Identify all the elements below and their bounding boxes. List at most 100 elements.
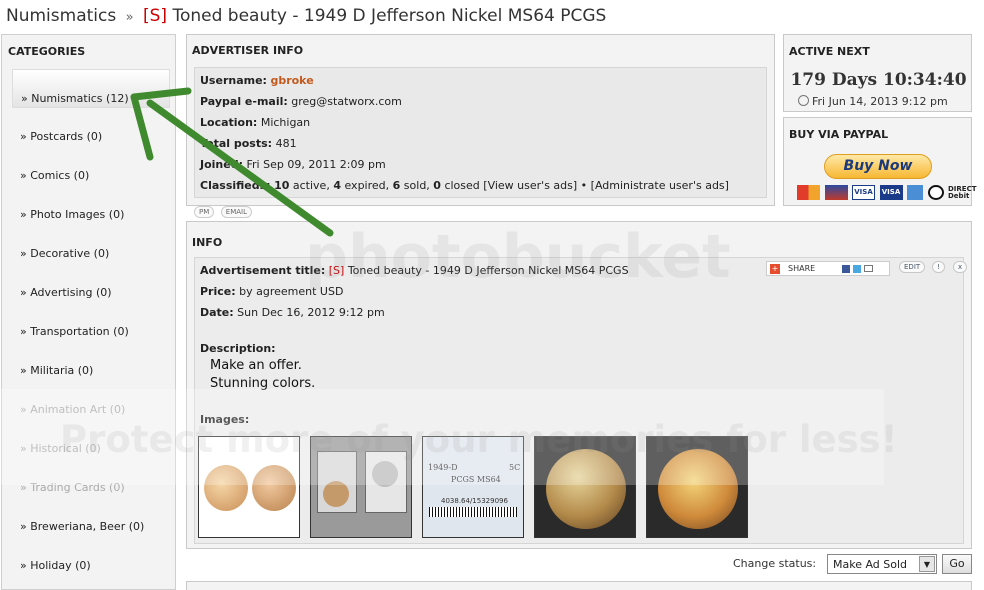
category-item-photo-images[interactable]: » Photo Images (0) xyxy=(12,186,170,225)
direct-debit-icon xyxy=(927,185,944,200)
image-thumbnail-4[interactable] xyxy=(534,436,636,538)
coin-obverse-icon xyxy=(204,465,248,511)
category-item-numismatics[interactable]: » Numismatics (12) xyxy=(12,69,170,108)
category-label: » Historical (0) xyxy=(20,442,101,455)
edit-button[interactable]: EDIT xyxy=(899,261,926,273)
images-label-row: Images: xyxy=(200,413,249,426)
category-label: » Comics (0) xyxy=(20,169,90,182)
posts-value: 481 xyxy=(275,137,297,150)
view-ads-link[interactable]: [View user's ads] xyxy=(483,179,577,192)
category-item-comics[interactable]: » Comics (0) xyxy=(12,147,170,186)
debit-line-2: Debit xyxy=(948,191,970,200)
coin-closeup-obverse-icon xyxy=(546,449,626,529)
advertiser-heading: ADVERTISER INFO xyxy=(192,44,304,57)
joined-value: Fri Sep 09, 2011 2:09 pm xyxy=(246,158,386,171)
slab-label-sc: 5C xyxy=(509,463,521,472)
facebook-icon xyxy=(842,265,850,273)
info-panel: INFO Advertisement title: [S] Toned beau… xyxy=(186,221,972,549)
category-item-advertising[interactable]: » Advertising (0) xyxy=(12,264,170,303)
date-row: Date: Sun Dec 16, 2012 9:12 pm xyxy=(200,306,385,319)
stopwatch-icon xyxy=(798,95,809,106)
administrate-ads-link[interactable]: [Administrate user's ads] xyxy=(591,179,729,192)
category-label: » Numismatics (12) xyxy=(21,92,129,105)
visa-icon: VISA xyxy=(852,185,875,200)
image-thumbnail-1[interactable] xyxy=(198,436,300,538)
category-item-transportation[interactable]: » Transportation (0) xyxy=(12,303,170,342)
location-value: Michigan xyxy=(260,116,311,129)
description-label-row: Description: xyxy=(200,342,276,355)
category-item-postcards[interactable]: » Postcards (0) xyxy=(12,108,170,147)
go-button[interactable]: Go xyxy=(942,554,972,574)
category-item-holiday[interactable]: » Holiday (0) xyxy=(12,537,170,576)
username-link[interactable]: gbroke xyxy=(270,74,313,87)
image-thumbnail-2[interactable] xyxy=(310,436,412,538)
category-label: » Breweriana, Beer (0) xyxy=(20,520,145,533)
pm-button[interactable]: PM xyxy=(194,206,215,218)
description-line-2: Stunning colors. xyxy=(210,376,316,391)
expired-text: expired, xyxy=(344,179,390,192)
coin-reverse-icon xyxy=(252,465,296,511)
category-label: » Militaria (0) xyxy=(20,364,94,377)
categories-panel: CATEGORIES » Numismatics (12) » Postcard… xyxy=(1,34,176,590)
visa-blue-icon: VISA xyxy=(879,185,903,200)
closed-count: 0 xyxy=(433,179,441,192)
price-row: Price: by agreement USD xyxy=(200,285,343,298)
slab-label-year: 1949-D xyxy=(428,463,458,472)
direct-debit-text: DIRECT Debit xyxy=(948,185,977,200)
info-heading: INFO xyxy=(192,236,223,249)
twitter-icon xyxy=(853,265,861,273)
category-item-decorative[interactable]: » Decorative (0) xyxy=(12,225,170,264)
active-next-date: Fri Jun 14, 2013 9:12 pm xyxy=(798,95,948,108)
classifieds-row: Classifieds: 10 active, 4 expired, 6 sol… xyxy=(200,179,729,192)
ad-tag: [S] xyxy=(142,6,168,26)
active-count: 10 xyxy=(274,179,290,192)
category-item-animation-art[interactable]: » Animation Art (0) xyxy=(12,381,170,420)
category-label: » Photo Images (0) xyxy=(20,208,125,221)
ad-title-label: Advertisement title: xyxy=(200,264,326,277)
category-label: » Animation Art (0) xyxy=(20,403,126,416)
maestro-icon xyxy=(824,185,848,200)
date-label: Date: xyxy=(200,306,234,319)
category-label: » Holiday (0) xyxy=(20,559,91,572)
amex-icon xyxy=(907,185,923,200)
active-next-panel: ACTIVE NEXT 179 Days 10:34:40 Fri Jun 14… xyxy=(783,34,972,112)
share-button[interactable]: + SHARE xyxy=(766,261,890,276)
breadcrumb-parent[interactable]: Numismatics xyxy=(6,6,116,26)
plus-icon: + xyxy=(770,264,780,274)
status-selected-value: Make Ad Sold xyxy=(833,558,908,571)
image-thumbnail-3[interactable]: 1949-D 5C PCGS MS64 4038.64/15329096 xyxy=(422,436,524,538)
category-item-historical[interactable]: » Historical (0) xyxy=(12,420,170,459)
advertiser-details: Username: gbroke Paypal e-mail: greg@sta… xyxy=(194,67,767,198)
coin-closeup-reverse-icon xyxy=(658,449,738,529)
ad-title-row: Advertisement title: [S] Toned beauty - … xyxy=(200,264,629,277)
delete-button[interactable]: x xyxy=(953,261,968,273)
email-button[interactable]: EMAIL xyxy=(220,206,252,218)
sold-text: sold, xyxy=(403,179,430,192)
category-item-militaria[interactable]: » Militaria (0) xyxy=(12,342,170,381)
breadcrumb-separator: » xyxy=(125,10,134,25)
price-value: by agreement USD xyxy=(239,285,344,298)
report-button[interactable]: ! xyxy=(932,261,945,273)
coin-back-icon xyxy=(372,461,398,487)
mail-icon xyxy=(864,265,873,272)
countdown: 179 Days 10:34:40 xyxy=(790,70,967,90)
paypal-panel: BUY VIA PAYPAL Buy Now VISA VISA DIRECT D… xyxy=(783,117,977,206)
status-select[interactable]: Make Ad Sold ▼ xyxy=(827,554,937,574)
ad-title-tag: [S] xyxy=(328,264,345,277)
description-label: Description: xyxy=(200,342,276,355)
ad-title: Toned beauty - 1949 D Jefferson Nickel M… xyxy=(172,6,607,26)
slab-label-cert: 4038.64/15329096 xyxy=(441,497,508,505)
buy-now-button[interactable]: Buy Now xyxy=(824,154,932,179)
category-item-trading-cards[interactable]: » Trading Cards (0) xyxy=(12,459,170,498)
category-item-breweriana[interactable]: » Breweriana, Beer (0) xyxy=(12,498,170,537)
mastercard-icon xyxy=(797,185,820,200)
active-date-text: Fri Jun 14, 2013 9:12 pm xyxy=(812,95,948,108)
category-label: » Trading Cards (0) xyxy=(20,481,125,494)
location-row: Location: Michigan xyxy=(200,116,310,129)
payment-cards: VISA VISA DIRECT Debit xyxy=(797,185,977,200)
classifieds-label: Classifieds: xyxy=(200,179,271,192)
bullet: • xyxy=(580,179,588,192)
bottom-panel xyxy=(186,581,972,590)
image-thumbnail-5[interactable] xyxy=(646,436,748,538)
paypal-label: Paypal e-mail: xyxy=(200,95,288,108)
